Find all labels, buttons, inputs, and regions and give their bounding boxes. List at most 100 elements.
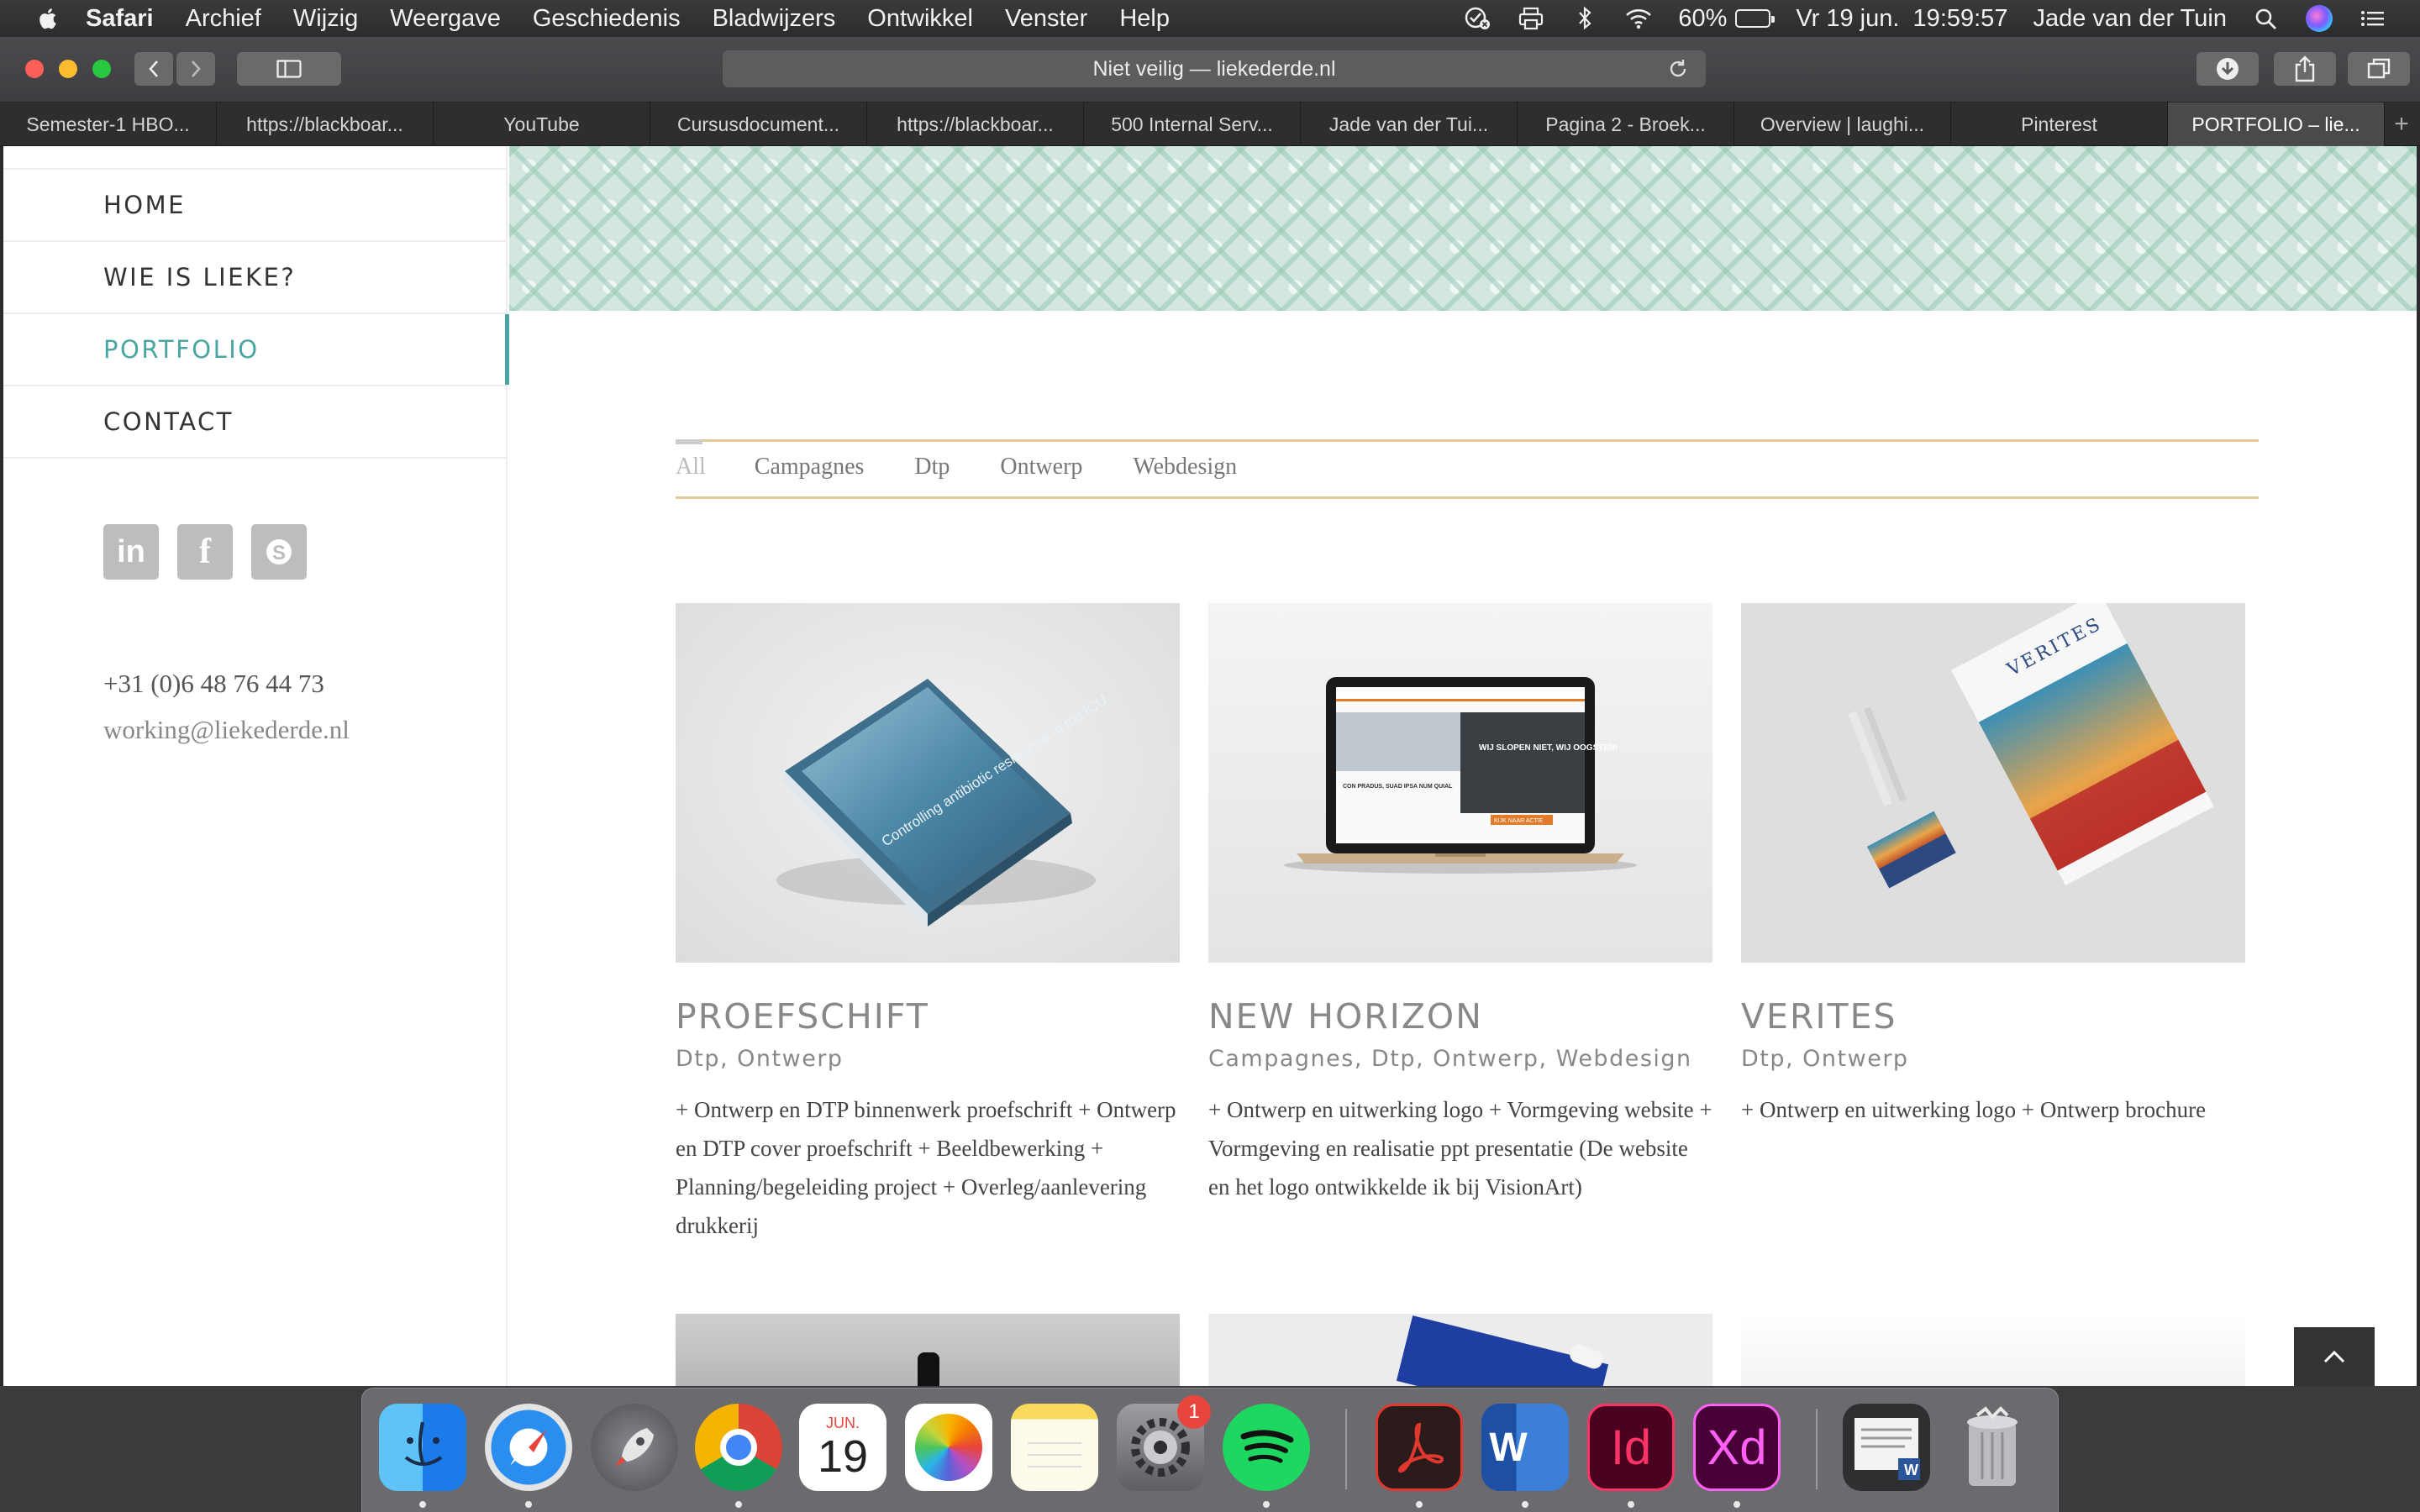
menu-ontwikkel[interactable]: Ontwikkel xyxy=(867,5,973,33)
sidebar-icon xyxy=(276,60,302,78)
browser-tab[interactable]: https://blackboar... xyxy=(217,102,434,146)
battery-status[interactable]: 60% xyxy=(1678,5,1776,33)
filter-ontwerp[interactable]: Ontwerp xyxy=(1000,454,1082,480)
contact-email[interactable]: working@liekederde.nl xyxy=(103,715,350,745)
nav-item-home[interactable]: HOME xyxy=(3,170,508,242)
fullscreen-window-button[interactable] xyxy=(92,60,111,78)
share-icon xyxy=(2295,55,2315,82)
printer-icon[interactable] xyxy=(1517,6,1545,31)
portfolio-card[interactable]: WIJ SLOPEN NIET, WIJ OOGSTEN! CON PRADUS… xyxy=(1208,603,1712,1200)
project-title[interactable]: NEW HORIZON xyxy=(1208,996,1483,1037)
project-thumbnail-partial[interactable] xyxy=(676,1314,1180,1386)
xd-label: Xd xyxy=(1707,1420,1767,1475)
sync-status-icon[interactable] xyxy=(1463,6,1491,31)
back-button[interactable] xyxy=(134,52,173,86)
close-window-button[interactable] xyxy=(25,60,44,78)
menu-help[interactable]: Help xyxy=(1119,5,1170,33)
forward-button[interactable] xyxy=(176,52,215,86)
app-running-dot xyxy=(1263,1501,1270,1508)
user-name[interactable]: Jade van der Tuin xyxy=(2033,5,2227,33)
browser-tab[interactable]: YouTube xyxy=(434,102,650,146)
menu-weergave[interactable]: Weergave xyxy=(390,5,501,33)
browser-tab[interactable]: Jade van der Tui... xyxy=(1301,102,1518,146)
word-icon[interactable]: W xyxy=(1481,1404,1569,1491)
menu-bladwijzers[interactable]: Bladwijzers xyxy=(713,5,836,33)
finder-icon[interactable] xyxy=(379,1404,466,1491)
clock[interactable]: Vr 19 jun. 19:59:57 xyxy=(1796,5,2007,33)
tab-overview-button[interactable] xyxy=(2348,52,2410,86)
chrome-icon[interactable] xyxy=(695,1404,782,1491)
project-thumbnail-partial[interactable] xyxy=(1741,1314,2245,1386)
linkedin-icon[interactable]: in xyxy=(103,524,159,580)
menu-wijzig[interactable]: Wijzig xyxy=(293,5,358,33)
filter-dtp[interactable]: Dtp xyxy=(914,454,950,480)
nav-item-about[interactable]: WIE IS LIEKE? xyxy=(3,242,508,314)
facebook-icon[interactable]: f xyxy=(177,524,233,580)
browser-tab[interactable]: https://blackboar... xyxy=(867,102,1084,146)
menu-archief[interactable]: Archief xyxy=(186,5,261,33)
browser-tab-active[interactable]: PORTFOLIO – lie... xyxy=(2168,102,2385,146)
skype-letter: S xyxy=(272,542,286,564)
bluetooth-icon[interactable] xyxy=(1570,6,1599,31)
safari-icon[interactable] xyxy=(485,1404,572,1491)
project-thumbnail[interactable]: WIJ SLOPEN NIET, WIJ OOGSTEN! CON PRADUS… xyxy=(1208,603,1712,963)
dock-separator xyxy=(1345,1409,1347,1489)
address-bar[interactable]: Niet veilig — liekederde.nl xyxy=(723,50,1706,87)
browser-tab[interactable]: Cursusdocument... xyxy=(650,102,867,146)
project-title[interactable]: PROEFSCHIFT xyxy=(676,996,929,1037)
recent-document-icon[interactable]: W xyxy=(1843,1404,1930,1491)
minimize-window-button[interactable] xyxy=(59,60,77,78)
wifi-icon[interactable] xyxy=(1624,6,1653,31)
portfolio-card[interactable]: Controlling antibiotic resistance in the… xyxy=(676,603,1180,1238)
browser-tab[interactable]: 500 Internal Serv... xyxy=(1084,102,1301,146)
adobe-xd-icon[interactable]: Xd xyxy=(1693,1404,1781,1491)
project-title[interactable]: VERITES xyxy=(1741,996,1897,1037)
scroll-to-top-button[interactable] xyxy=(2294,1327,2375,1386)
project-thumbnail[interactable]: VERITES xyxy=(1741,603,2245,963)
siri-icon[interactable] xyxy=(2306,5,2333,32)
filter-webdesign[interactable]: Webdesign xyxy=(1133,454,1237,480)
contact-phone[interactable]: +31 (0)6 48 76 44 73 xyxy=(103,669,324,699)
acrobat-icon[interactable] xyxy=(1376,1404,1463,1491)
apple-icon[interactable] xyxy=(37,7,57,30)
notes-icon[interactable] xyxy=(1011,1404,1098,1491)
project-thumbnail-partial[interactable] xyxy=(1208,1314,1712,1386)
nav-item-portfolio[interactable]: PORTFOLIO xyxy=(3,314,509,386)
menu-venster[interactable]: Venster xyxy=(1005,5,1087,33)
launchpad-icon[interactable] xyxy=(591,1404,678,1491)
reload-icon[interactable] xyxy=(1667,58,1689,80)
notification-center-icon[interactable] xyxy=(2358,6,2386,31)
spotify-waves-icon xyxy=(1240,1430,1294,1463)
spotify-icon[interactable] xyxy=(1223,1404,1310,1491)
app-running-dot xyxy=(735,1501,742,1508)
portfolio-card[interactable]: VERITES VERITES Dtp, Ontwerp + Ontwerp e… xyxy=(1741,603,2245,1122)
filter-campagnes[interactable]: Campagnes xyxy=(755,454,865,480)
download-icon xyxy=(2217,58,2238,80)
photos-flower-icon xyxy=(915,1414,982,1481)
finder-face-icon xyxy=(404,1421,443,1466)
browser-tab[interactable]: Semester-1 HBO... xyxy=(0,102,217,146)
project-categories: Dtp, Ontwerp xyxy=(676,1046,844,1072)
filter-all[interactable]: All xyxy=(676,454,706,480)
spotlight-search-icon[interactable] xyxy=(2252,6,2281,31)
skype-glyph: S xyxy=(266,539,292,564)
new-tab-button[interactable]: + xyxy=(2391,102,2412,145)
skype-icon[interactable]: S xyxy=(251,524,307,580)
browser-tab[interactable]: Overview | laughi... xyxy=(1734,102,1951,146)
sidebar-toggle-button[interactable] xyxy=(237,52,341,86)
menu-app-name[interactable]: Safari xyxy=(86,5,154,33)
menu-geschiedenis[interactable]: Geschiedenis xyxy=(533,5,681,33)
browser-toolbar: Niet veilig — liekederde.nl xyxy=(0,37,2420,102)
indesign-icon[interactable]: Id xyxy=(1587,1404,1675,1491)
trash-icon[interactable] xyxy=(1949,1404,2036,1491)
project-thumbnail[interactable]: Controlling antibiotic resistance in the… xyxy=(676,603,1180,963)
share-button[interactable] xyxy=(2274,52,2336,86)
browser-tab[interactable]: Pagina 2 - Broek... xyxy=(1518,102,1734,146)
laptop-screen-button: KIJK NAAR ACTIE xyxy=(1494,818,1544,824)
photos-icon[interactable] xyxy=(905,1404,992,1491)
calendar-icon[interactable]: JUN. 19 xyxy=(799,1404,886,1491)
nav-item-contact[interactable]: CONTACT xyxy=(3,386,508,459)
downloads-button[interactable] xyxy=(2196,52,2259,86)
browser-tab[interactable]: Pinterest xyxy=(1951,102,2168,146)
brochure-mockup-image: VERITES xyxy=(1848,603,2214,889)
